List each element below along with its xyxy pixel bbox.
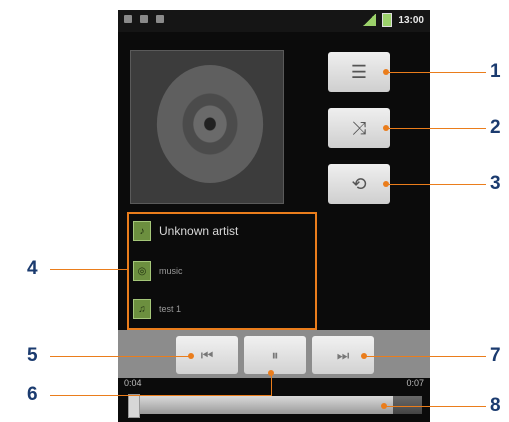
- track-info-highlight: [127, 212, 317, 330]
- callout-5: 5: [27, 345, 38, 366]
- disc-icon: [156, 65, 264, 183]
- pause-button[interactable]: ⏸: [244, 336, 306, 374]
- album-art: [130, 50, 284, 204]
- shuffle-button[interactable]: ⤨: [328, 108, 390, 148]
- playlist-button[interactable]: ☰: [328, 52, 390, 92]
- usb-icon: [140, 15, 148, 23]
- callout-1: 1: [490, 61, 501, 82]
- progress-handle[interactable]: [128, 394, 140, 418]
- battery-icon: [382, 13, 393, 27]
- pause-icon: ⏸: [271, 346, 279, 363]
- next-icon: ⏭: [336, 346, 350, 363]
- download-icon: [156, 15, 164, 23]
- elapsed-time: 0:04: [124, 378, 142, 388]
- previous-icon: ⏮: [200, 346, 214, 363]
- status-bar: 13:00: [118, 10, 430, 32]
- shuffle-icon: ⤨: [351, 117, 367, 138]
- progress-fill: [132, 396, 393, 414]
- progress-area: 0:04 0:07: [118, 378, 430, 422]
- status-time: 13:00: [398, 14, 424, 26]
- repeat-icon: ⟲: [351, 173, 367, 194]
- playback-controls: ⏮ ⏸ ⏭: [118, 330, 430, 378]
- callout-7: 7: [490, 345, 501, 366]
- callout-6: 6: [27, 384, 38, 405]
- callout-4: 4: [27, 258, 38, 279]
- notification-icon: [124, 15, 132, 23]
- signal-icon: [362, 14, 377, 26]
- previous-button[interactable]: ⏮: [176, 336, 238, 374]
- total-time: 0:07: [406, 378, 424, 388]
- progress-bar[interactable]: [132, 396, 422, 414]
- repeat-button[interactable]: ⟲: [328, 164, 390, 204]
- callout-8: 8: [490, 395, 501, 416]
- list-icon: ☰: [350, 61, 368, 82]
- callout-2: 2: [490, 117, 501, 138]
- callout-3: 3: [490, 173, 501, 194]
